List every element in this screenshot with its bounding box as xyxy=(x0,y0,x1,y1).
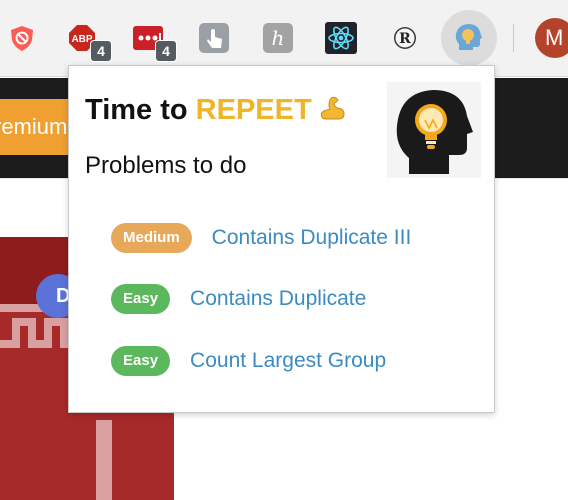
r-extension-icon[interactable]: R xyxy=(389,22,421,54)
problem-link-count-largest-group[interactable]: Count Largest Group xyxy=(190,349,386,373)
react-devtools-icon[interactable] xyxy=(325,22,357,54)
popup-title-prefix: Time to xyxy=(85,94,196,126)
svg-text:R: R xyxy=(399,31,411,47)
difficulty-badge-easy: Easy xyxy=(111,284,171,314)
problem-row: Medium Contains Duplicate III xyxy=(111,223,411,253)
popup-subtitle: Problems to do xyxy=(85,152,247,179)
pointer-hand-icon[interactable] xyxy=(198,22,230,54)
problem-link-contains-duplicate-iii[interactable]: Contains Duplicate III xyxy=(212,226,412,250)
head-lightbulb-icon xyxy=(387,82,481,178)
background-pipe-vertical xyxy=(96,420,112,500)
popup-title-accent: REPEET xyxy=(195,94,312,126)
difficulty-badge-easy: Easy xyxy=(111,346,171,376)
repeet-popup: Time to REPEET Problems to do Medium Con… xyxy=(68,65,495,413)
difficulty-badge-medium: Medium xyxy=(111,223,192,253)
lastpass-count-badge: 4 xyxy=(155,40,177,62)
toolbar-separator xyxy=(513,24,514,52)
problem-row: Easy Contains Duplicate xyxy=(111,284,366,314)
problem-link-contains-duplicate[interactable]: Contains Duplicate xyxy=(190,287,366,311)
problem-row: Easy Count Largest Group xyxy=(111,346,386,376)
popup-title: Time to REPEET xyxy=(85,94,346,129)
flexed-biceps-icon xyxy=(318,95,346,129)
h-extension-icon[interactable]: h xyxy=(262,22,294,54)
repeet-extension-icon[interactable] xyxy=(453,22,485,54)
svg-text:h: h xyxy=(272,26,285,50)
premium-button[interactable]: remium xyxy=(0,99,75,155)
adblock-count-badge: 4 xyxy=(90,40,112,62)
profile-avatar[interactable]: M xyxy=(535,18,568,58)
blocked-shield-icon[interactable] xyxy=(6,22,38,54)
